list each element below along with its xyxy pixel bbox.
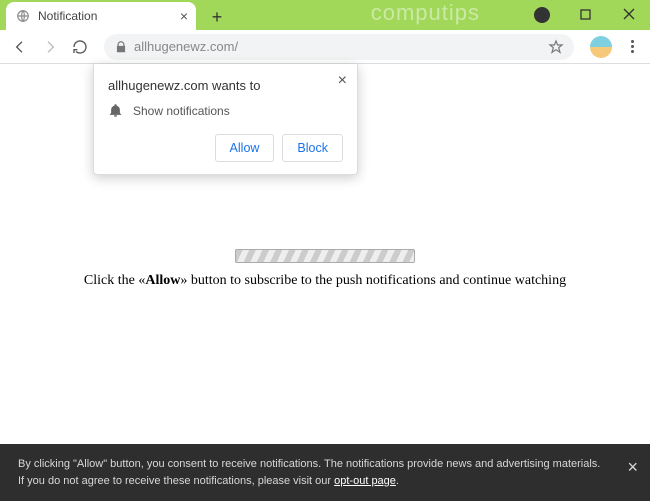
block-button[interactable]: Block <box>282 134 343 162</box>
notification-permission-prompt: × allhugenewz.com wants to Show notifica… <box>93 64 358 175</box>
back-button[interactable] <box>8 35 32 59</box>
new-tab-button[interactable]: + <box>204 4 230 30</box>
reload-button[interactable] <box>68 35 92 59</box>
allow-button[interactable]: Allow <box>215 134 275 162</box>
browser-menu-button[interactable] <box>622 40 642 53</box>
maximize-button[interactable] <box>572 4 598 24</box>
prompt-close-button[interactable]: × <box>338 72 347 90</box>
instruction-text: Click the «Allow» button to subscribe to… <box>0 273 650 289</box>
consent-banner: × By clicking "Allow" button, you consen… <box>0 444 650 501</box>
banner-close-button[interactable]: × <box>627 454 638 481</box>
window-titlebar: computips Notification × + <box>0 0 650 30</box>
browser-toolbar: allhugenewz.com/ <box>0 30 650 64</box>
prompt-origin-text: allhugenewz.com wants to <box>108 78 343 93</box>
banner-text-tail: . <box>396 475 399 487</box>
window-close-button[interactable] <box>616 4 642 24</box>
window-controls <box>528 4 642 24</box>
profile-avatar[interactable] <box>590 36 612 58</box>
banner-text: By clicking "Allow" button, you consent … <box>18 458 600 487</box>
page-content: × allhugenewz.com wants to Show notifica… <box>0 64 650 501</box>
url-text: allhugenewz.com/ <box>134 39 238 54</box>
loading-bar <box>235 249 415 263</box>
bookmark-star-icon[interactable] <box>548 39 564 55</box>
globe-icon <box>16 9 30 23</box>
tab-title: Notification <box>38 9 97 23</box>
address-bar[interactable]: allhugenewz.com/ <box>104 34 574 60</box>
prompt-permission-label: Show notifications <box>133 104 230 118</box>
browser-tab[interactable]: Notification × <box>6 2 196 30</box>
bell-icon <box>108 103 123 118</box>
minimize-button[interactable] <box>528 4 554 24</box>
watermark-text: computips <box>371 0 480 26</box>
prompt-permission-row: Show notifications <box>108 103 343 118</box>
opt-out-link[interactable]: opt-out page <box>334 475 396 487</box>
lock-icon <box>114 40 128 54</box>
tab-close-button[interactable]: × <box>180 8 188 24</box>
forward-button[interactable] <box>38 35 62 59</box>
